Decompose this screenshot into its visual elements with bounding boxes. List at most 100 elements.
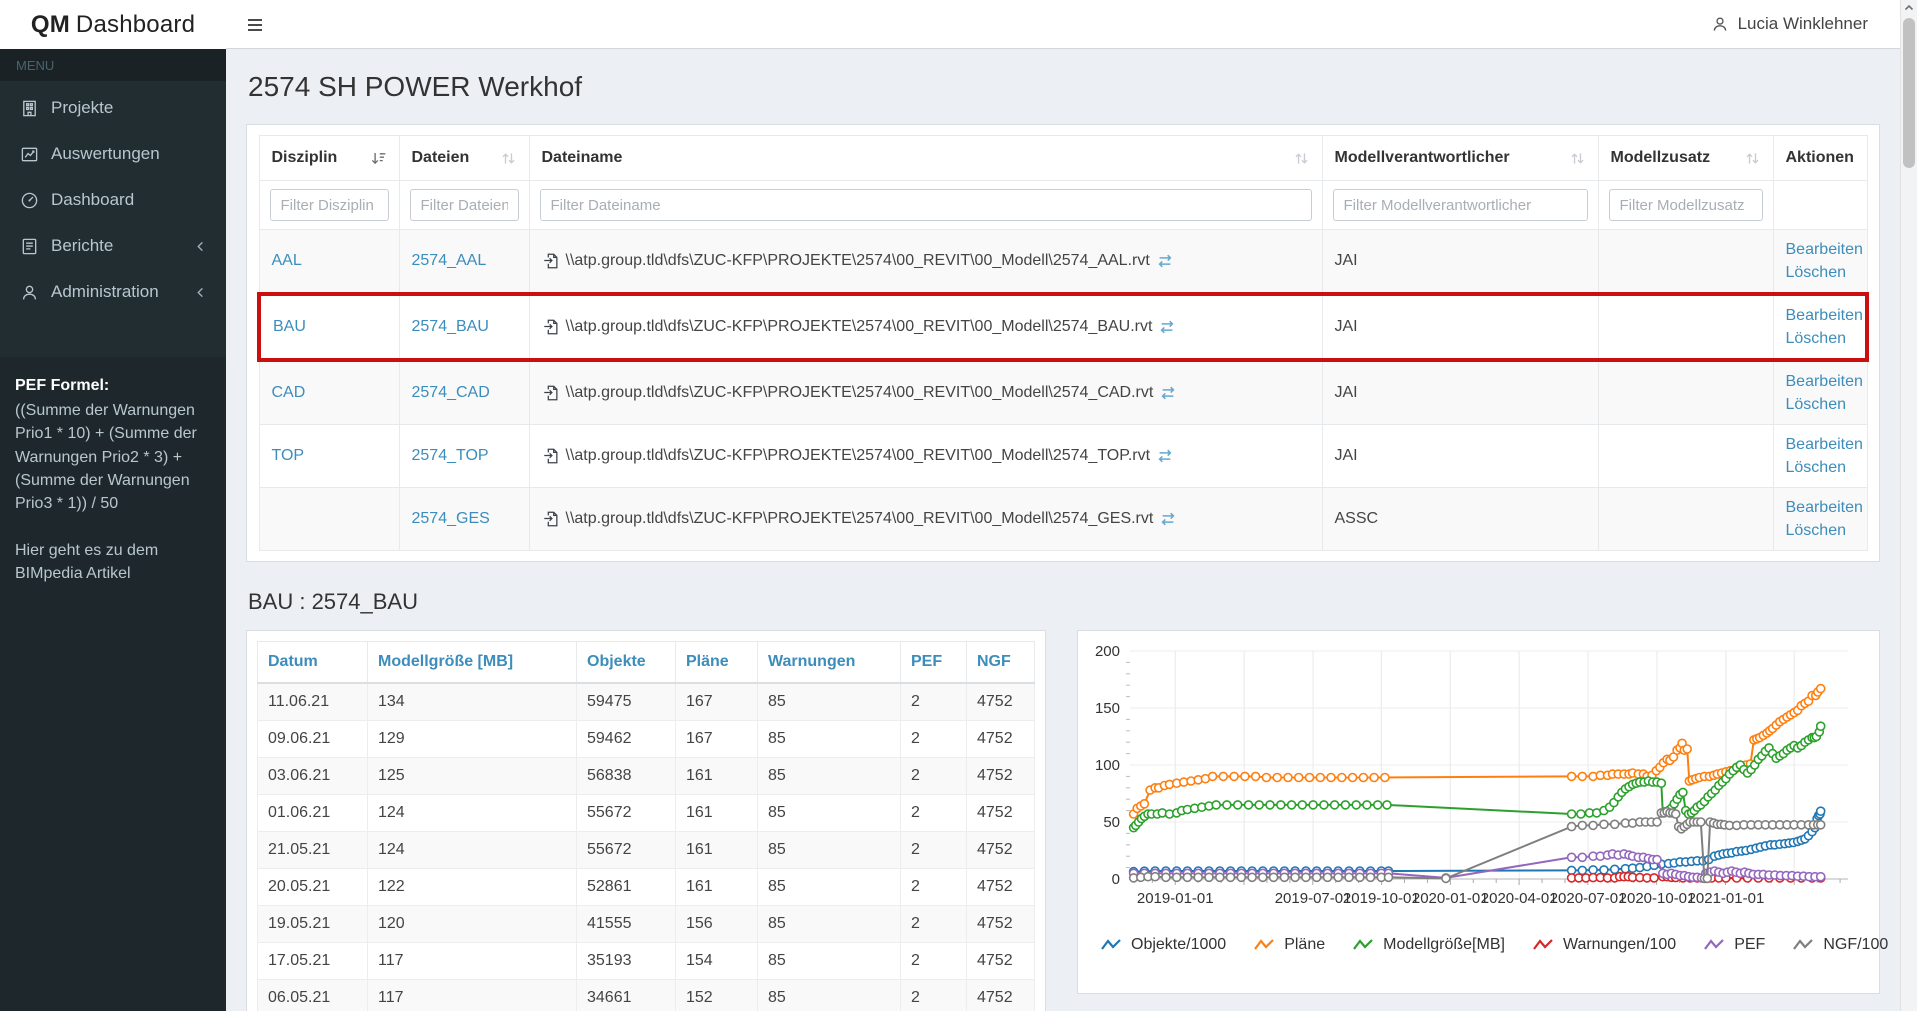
user-menu[interactable]: Lucia Winklehner bbox=[1705, 0, 1874, 48]
datei-link[interactable]: 2574_BAU bbox=[412, 318, 489, 335]
filter-input-modellverantwortlicher[interactable] bbox=[1333, 189, 1588, 221]
loeschen-link[interactable]: Löschen bbox=[1786, 519, 1855, 542]
legend-item-pef[interactable]: PEF bbox=[1703, 936, 1765, 954]
datei-link[interactable]: 2574_GES bbox=[412, 510, 490, 527]
x-tick-label: 2020-07-01 bbox=[1550, 890, 1627, 907]
data-point bbox=[1611, 865, 1619, 873]
sidebar-item-auswertungen[interactable]: Auswertungen bbox=[0, 131, 226, 177]
legend-item-pl-ne[interactable]: Pläne bbox=[1253, 936, 1325, 954]
app-logo[interactable]: QM Dashboard bbox=[0, 0, 226, 49]
filter-input-dateien[interactable] bbox=[410, 189, 519, 221]
modellzusatz-cell bbox=[1598, 360, 1773, 425]
detail-cell: 4752 bbox=[967, 906, 1035, 943]
filter-input-disziplin[interactable] bbox=[270, 189, 389, 221]
legend-item-warnungen-100[interactable]: Warnungen/100 bbox=[1532, 936, 1676, 954]
detail-cell: 85 bbox=[758, 869, 901, 906]
sort-active-icon[interactable] bbox=[370, 150, 387, 167]
legend-item-ngf-100[interactable]: NGF/100 bbox=[1792, 936, 1888, 954]
sort-icon[interactable] bbox=[1569, 150, 1586, 167]
detail-cell: 85 bbox=[758, 683, 901, 721]
modellverantwortlicher-cell: ASSC bbox=[1322, 488, 1598, 551]
sidebar-item-administration[interactable]: Administration bbox=[0, 269, 226, 315]
scroll-up-icon[interactable] bbox=[1904, 3, 1914, 13]
sidebar-item-dashboard[interactable]: Dashboard bbox=[0, 177, 226, 223]
data-point bbox=[1252, 772, 1260, 780]
swap-icon[interactable] bbox=[1156, 252, 1174, 270]
bimpedia-link[interactable]: Hier geht es zu dem BIMpedia Artikel bbox=[15, 539, 211, 585]
loeschen-link[interactable]: Löschen bbox=[1786, 456, 1855, 479]
sidebar-item-label: Dashboard bbox=[51, 190, 134, 210]
sort-icon[interactable] bbox=[500, 150, 517, 167]
data-point bbox=[1183, 873, 1191, 881]
data-point bbox=[1324, 873, 1332, 881]
detail-row: 01.06.21124556721618524752 bbox=[258, 795, 1035, 832]
datei-link[interactable]: 2574_AAL bbox=[412, 252, 487, 269]
data-point bbox=[1589, 866, 1597, 874]
bearbeiten-link[interactable]: Bearbeiten bbox=[1786, 238, 1855, 261]
detail-cell: 55672 bbox=[577, 832, 676, 869]
data-point bbox=[1194, 873, 1202, 881]
column-header-dateien[interactable]: Dateien bbox=[399, 136, 529, 181]
detail-cell: 21.05.21 bbox=[258, 832, 368, 869]
x-tick-label: 2021-01-01 bbox=[1688, 890, 1765, 907]
modellzusatz-cell bbox=[1598, 488, 1773, 551]
data-point bbox=[1817, 873, 1825, 881]
filter-input-modellzusatz[interactable] bbox=[1609, 189, 1763, 221]
data-point bbox=[1383, 801, 1391, 809]
swap-icon[interactable] bbox=[1159, 510, 1177, 528]
data-point bbox=[1331, 801, 1339, 809]
loeschen-link[interactable]: Löschen bbox=[1786, 327, 1854, 350]
data-point bbox=[1227, 873, 1235, 881]
chart-card: 0501001502002019-01-012019-07-012019-10-… bbox=[1077, 630, 1880, 994]
detail-row: 03.06.21125568381618524752 bbox=[258, 758, 1035, 795]
datei-link[interactable]: 2574_TOP bbox=[412, 447, 489, 464]
loeschen-link[interactable]: Löschen bbox=[1786, 261, 1855, 284]
disziplin-link[interactable]: BAU bbox=[273, 318, 306, 335]
detail-column-header: Modellgröße [MB] bbox=[368, 642, 577, 684]
vertical-scrollbar[interactable] bbox=[1900, 0, 1917, 1011]
sort-icon[interactable] bbox=[1744, 150, 1761, 167]
detail-cell: 2 bbox=[901, 906, 967, 943]
user-name: Lucia Winklehner bbox=[1738, 14, 1868, 34]
column-header-dateiname[interactable]: Dateiname bbox=[529, 136, 1322, 181]
bearbeiten-link[interactable]: Bearbeiten bbox=[1786, 433, 1855, 456]
detail-cell: 17.05.21 bbox=[258, 943, 368, 980]
modellzusatz-cell bbox=[1598, 230, 1773, 295]
disziplin-link[interactable]: TOP bbox=[272, 447, 305, 464]
data-point bbox=[1600, 866, 1608, 874]
data-point bbox=[1341, 801, 1349, 809]
swap-icon[interactable] bbox=[1158, 318, 1176, 336]
loeschen-link[interactable]: Löschen bbox=[1786, 393, 1855, 416]
legend-item-objekte-1000[interactable]: Objekte/1000 bbox=[1100, 936, 1226, 954]
column-header-modellverantwortlicher[interactable]: Modellverantwortlicher bbox=[1322, 136, 1598, 181]
data-point bbox=[1245, 801, 1253, 809]
bearbeiten-link[interactable]: Bearbeiten bbox=[1786, 496, 1855, 519]
bearbeiten-link[interactable]: Bearbeiten bbox=[1786, 304, 1854, 327]
data-point bbox=[1683, 745, 1691, 753]
scrollbar-thumb[interactable] bbox=[1903, 18, 1915, 168]
column-header-modellzusatz[interactable]: Modellzusatz bbox=[1598, 136, 1773, 181]
file-export-icon bbox=[542, 252, 560, 270]
sort-icon[interactable] bbox=[1293, 150, 1310, 167]
disziplin-link[interactable]: AAL bbox=[272, 252, 302, 269]
bearbeiten-link[interactable]: Bearbeiten bbox=[1786, 370, 1855, 393]
data-point bbox=[1381, 774, 1389, 782]
swap-icon[interactable] bbox=[1159, 384, 1177, 402]
filter-input-dateiname[interactable] bbox=[540, 189, 1312, 221]
sidebar-item-berichte[interactable]: Berichte bbox=[0, 223, 226, 269]
legend-item-modellgr-e-mb-[interactable]: Modellgröße[MB] bbox=[1352, 936, 1505, 954]
legend-line-icon bbox=[1532, 938, 1556, 952]
menu-toggle-icon[interactable] bbox=[242, 12, 268, 38]
detail-cell: 161 bbox=[676, 758, 758, 795]
sidebar-item-projekte[interactable]: Projekte bbox=[0, 85, 226, 131]
x-tick-label: 2019-01-01 bbox=[1137, 890, 1214, 907]
datei-link[interactable]: 2574_CAD bbox=[412, 384, 490, 401]
file-path: \\atp.group.tld\dfs\ZUC-KFP\PROJEKTE\257… bbox=[566, 318, 1153, 336]
data-point bbox=[1578, 821, 1586, 829]
disziplin-link[interactable]: CAD bbox=[272, 384, 306, 401]
swap-icon[interactable] bbox=[1156, 447, 1174, 465]
detail-cell: 01.06.21 bbox=[258, 795, 368, 832]
data-point bbox=[1577, 810, 1585, 818]
column-header-disziplin[interactable]: Disziplin bbox=[259, 136, 399, 181]
data-point bbox=[1817, 807, 1825, 815]
